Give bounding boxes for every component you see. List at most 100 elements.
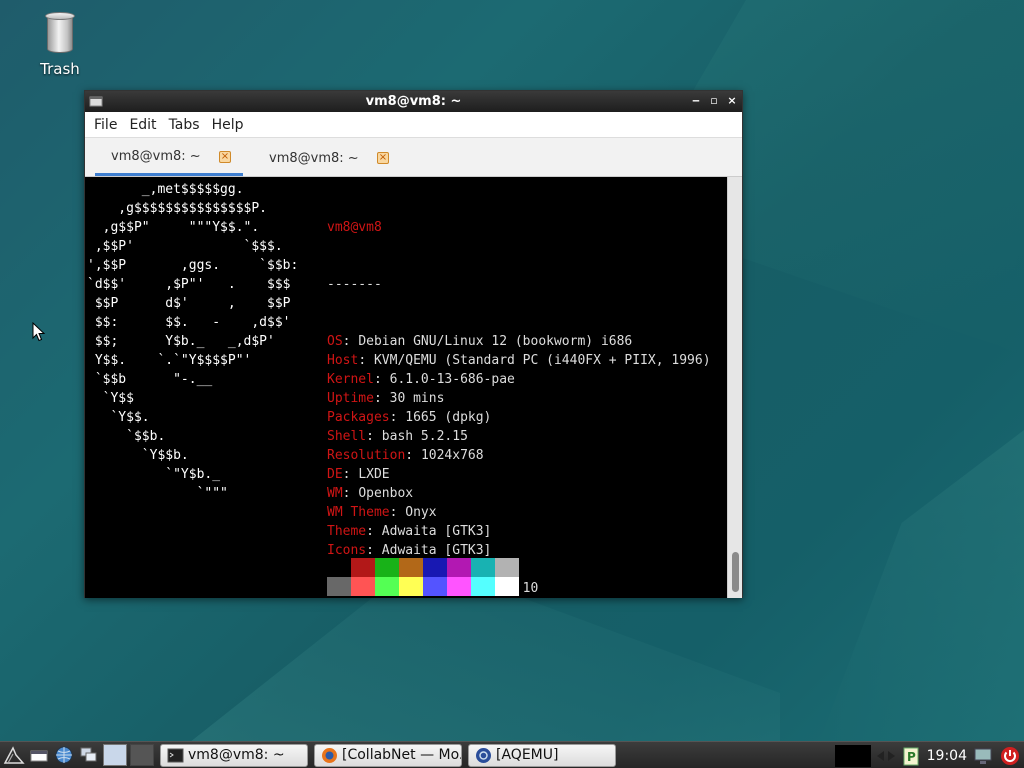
terminal-output[interactable]: _,met$$$$$gg. ,g$$$$$$$$$$$$$$$P. ,g$$P"… — [85, 177, 742, 598]
window-titlebar[interactable]: vm8@vm8: ~ ‒ ▫ × — [85, 91, 742, 112]
menu-help[interactable]: Help — [207, 117, 249, 133]
info-line: OS: Debian GNU/Linux 12 (bookworm) i686 — [327, 334, 633, 349]
tab-label: vm8@vm8: ~ — [111, 149, 201, 164]
window-menu-icon[interactable] — [89, 95, 103, 108]
screen-lock-icon[interactable] — [973, 746, 993, 766]
color-swatch — [495, 558, 519, 577]
logo-line: `""" — [87, 486, 228, 501]
terminal-window[interactable]: vm8@vm8: ~ ‒ ▫ × File Edit Tabs Help vm8… — [84, 90, 743, 598]
logo-line: `"Y$b._ — [87, 467, 221, 482]
info-value: 30 mins — [389, 391, 445, 406]
info-line: DE: LXDE — [327, 467, 390, 482]
info-value: 1024x768 — [420, 448, 484, 463]
info-key: Uptime — [327, 391, 374, 406]
color-swatch — [495, 577, 519, 596]
lxde-menu-button[interactable] — [3, 744, 25, 766]
globe-icon — [55, 746, 73, 764]
info-value: bash 5.2.15 — [381, 429, 468, 444]
task-label: [AQEMU] — [496, 747, 559, 763]
clipboard-icon[interactable]: P — [901, 746, 921, 766]
logo-line: _,met$$$$$gg. — [87, 182, 244, 197]
workspace-2[interactable] — [103, 744, 127, 766]
terminal-scrollbar[interactable] — [727, 177, 742, 598]
task-label: [CollabNet — Mo... — [342, 747, 462, 763]
info-key: DE — [327, 467, 343, 482]
info-value: 1665 (dpkg) — [405, 410, 492, 425]
logo-line: ,g$$$$$$$$$$$$$$$P. — [87, 201, 268, 216]
cpu-monitor[interactable] — [834, 744, 871, 767]
info-value: Openbox — [358, 486, 414, 501]
mouse-cursor-icon — [32, 322, 46, 342]
debian-ascii-logo: _,met$$$$$gg. ,g$$$$$$$$$$$$$$$P. ,g$$P"… — [87, 180, 298, 503]
color-swatch — [423, 558, 447, 577]
color-swatch — [471, 558, 495, 577]
menu-tabs[interactable]: Tabs — [164, 117, 205, 133]
info-line: Uptime: 30 mins — [327, 391, 445, 406]
info-key: WM Theme — [327, 505, 390, 520]
logo-line: Y$$. `.`"Y$$$$P"' — [87, 353, 252, 368]
tab-close-icon[interactable]: × — [219, 150, 231, 163]
terminal-icon — [167, 748, 184, 762]
logo-line: `Y$$ — [87, 391, 134, 406]
info-line: WM Theme: Onyx — [327, 505, 437, 520]
logout-icon[interactable] — [999, 745, 1021, 767]
maximize-button[interactable]: ▫ — [708, 94, 720, 108]
scrollbar-thumb[interactable] — [732, 552, 739, 592]
color-swatch — [351, 558, 375, 577]
color-swatch — [447, 558, 471, 577]
color-swatch — [399, 577, 423, 596]
color-swatch — [423, 577, 447, 596]
desktop-icon-trash[interactable]: Trash — [28, 12, 92, 78]
task-terminal[interactable]: vm8@vm8: ~ — [160, 743, 308, 767]
info-key: OS — [327, 334, 343, 349]
tab-terminal-1[interactable]: vm8@vm8: ~ × — [95, 140, 243, 176]
tab-terminal-2[interactable]: vm8@vm8: ~ × — [253, 140, 401, 176]
user-host: vm8@vm8 — [327, 220, 382, 235]
workspace-1[interactable] — [78, 744, 100, 766]
info-value: Debian GNU/Linux 12 (bookworm) i686 — [358, 334, 633, 349]
info-value: 6.1.0-13-686-pae — [389, 372, 515, 387]
task-label: vm8@vm8: ~ — [188, 747, 285, 763]
color-swatch — [351, 577, 375, 596]
info-line: Host: KVM/QEMU (Standard PC (i440FX + PI… — [327, 353, 711, 368]
logo-line: $$: $$. - ,d$$' — [87, 315, 291, 330]
desktop-icon-label: Trash — [40, 60, 80, 78]
task-aqemu[interactable]: [AQEMU] — [468, 743, 616, 767]
info-line: Shell: bash 5.2.15 — [327, 429, 468, 444]
tab-label: vm8@vm8: ~ — [269, 150, 359, 166]
wallpaper-shape — [820, 430, 1024, 740]
info-key: Icons — [327, 543, 367, 558]
workspace-3[interactable] — [130, 744, 154, 766]
web-browser-launcher[interactable] — [53, 744, 75, 766]
tab-bar: vm8@vm8: ~ × vm8@vm8: ~ × — [85, 138, 742, 177]
task-firefox[interactable]: [CollabNet — Mo... — [314, 743, 462, 767]
info-value: Adwaita [GTK3] — [381, 543, 492, 558]
close-button[interactable]: × — [726, 94, 738, 108]
system-info: vm8@vm8 ------- OS: Debian GNU/Linux 12 … — [327, 180, 711, 598]
info-line: Resolution: 1024x768 — [327, 448, 484, 463]
logo-line: `$$b. — [87, 429, 166, 444]
separator: ------- — [327, 277, 382, 292]
info-key: Shell — [327, 429, 367, 444]
tab-close-icon[interactable]: × — [377, 152, 389, 164]
menu-file[interactable]: File — [89, 117, 122, 133]
color-swatch — [375, 558, 399, 577]
info-value: LXDE — [358, 467, 390, 482]
logo-line: `Y$$b. — [87, 448, 189, 463]
minimize-all-button[interactable] — [28, 744, 50, 766]
info-value: Adwaita [GTK3] — [381, 524, 492, 539]
color-swatch — [471, 577, 495, 596]
window-title: vm8@vm8: ~ — [365, 94, 462, 109]
logo-line: $$P d$' , $$P — [87, 296, 291, 311]
info-value: KVM/QEMU (Standard PC (i440FX + PIIX, 19… — [373, 353, 711, 368]
minimize-button[interactable]: ‒ — [690, 94, 702, 108]
clock[interactable]: 19:04 — [927, 748, 967, 764]
qemu-icon — [476, 747, 491, 763]
logo-line: `d$$' ,$P"' . $$$ — [87, 277, 291, 292]
color-swatch — [399, 558, 423, 577]
menu-edit[interactable]: Edit — [124, 117, 161, 133]
network-icon[interactable] — [875, 746, 897, 766]
info-key: Host — [327, 353, 359, 368]
logo-line: ',$$P ,ggs. `$$b: — [87, 258, 299, 273]
trash-icon — [45, 12, 75, 54]
